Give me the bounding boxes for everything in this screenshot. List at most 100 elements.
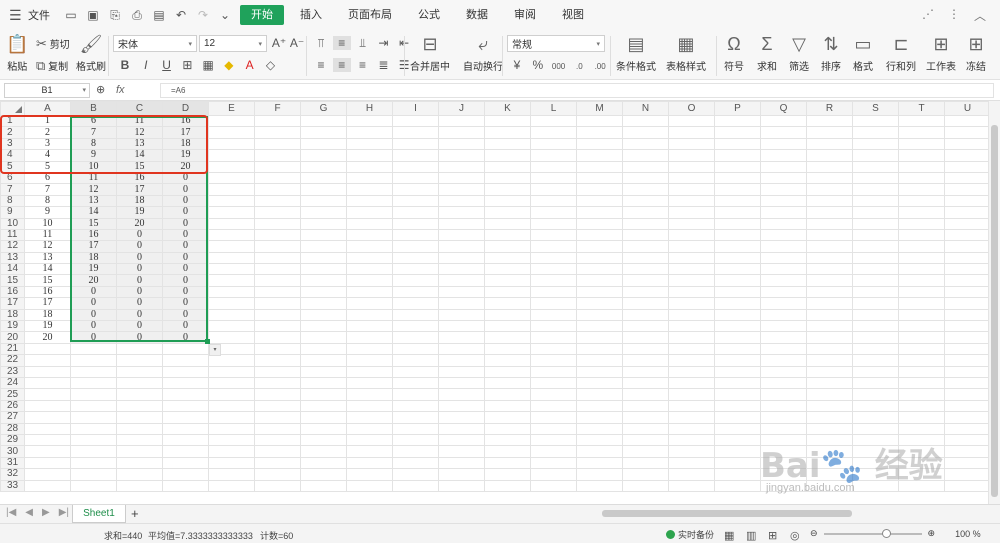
cell[interactable] [346, 342, 393, 356]
cell[interactable] [392, 194, 439, 208]
cell[interactable] [208, 285, 255, 299]
cell[interactable] [714, 160, 761, 173]
cell[interactable] [392, 285, 439, 299]
cell[interactable] [208, 240, 255, 253]
cell[interactable] [530, 126, 577, 139]
cell[interactable] [484, 388, 531, 401]
cell[interactable] [530, 308, 577, 322]
cell[interactable] [760, 411, 807, 424]
cell[interactable] [254, 297, 301, 310]
cell[interactable] [806, 206, 853, 219]
cell[interactable] [70, 479, 117, 492]
cell[interactable] [116, 376, 163, 390]
sort-button[interactable]: ⇅ 排序 [821, 34, 841, 73]
cell[interactable] [622, 479, 669, 492]
cell[interactable] [576, 183, 623, 196]
cell[interactable] [576, 342, 623, 356]
cell[interactable] [944, 399, 991, 413]
cell[interactable] [484, 194, 531, 208]
cell[interactable] [438, 206, 485, 219]
cell[interactable] [576, 399, 623, 413]
cell[interactable] [484, 354, 531, 367]
cell[interactable] [392, 365, 439, 379]
cell[interactable] [576, 240, 623, 253]
paste-options-button[interactable]: ▾ [209, 344, 221, 356]
align-top-icon[interactable]: ⫪ [312, 36, 330, 51]
cell[interactable] [162, 456, 209, 470]
cell[interactable] [576, 206, 623, 219]
cell[interactable] [254, 274, 301, 287]
cell[interactable]: 6 [24, 171, 71, 185]
cell[interactable] [760, 376, 807, 390]
cell[interactable] [300, 422, 347, 435]
cell[interactable] [898, 422, 945, 435]
cell[interactable] [300, 388, 347, 401]
cell[interactable]: 8 [24, 194, 71, 208]
cell[interactable] [760, 160, 807, 173]
cell[interactable] [392, 240, 439, 253]
cell[interactable] [208, 149, 255, 162]
cell[interactable] [70, 342, 117, 356]
cell[interactable] [116, 468, 163, 481]
cell[interactable] [668, 149, 715, 162]
cell[interactable]: 0 [162, 331, 209, 344]
cell[interactable]: 16 [24, 285, 71, 299]
cell[interactable] [392, 308, 439, 322]
row-header[interactable]: 21 [0, 342, 25, 356]
cell[interactable] [300, 297, 347, 310]
cell[interactable]: 0 [162, 228, 209, 242]
cell[interactable] [668, 206, 715, 219]
cell[interactable] [806, 251, 853, 265]
cell[interactable] [162, 399, 209, 413]
row-header[interactable]: 3 [0, 137, 25, 151]
freeze-button[interactable]: ⊞ 冻结 [966, 34, 986, 73]
row-header[interactable]: 10 [0, 217, 25, 230]
cell[interactable]: 0 [162, 285, 209, 299]
cell[interactable]: 4 [24, 149, 71, 162]
cell[interactable] [760, 422, 807, 435]
cell[interactable] [392, 137, 439, 151]
cell[interactable] [438, 320, 485, 333]
cell[interactable] [346, 422, 393, 435]
cell[interactable] [806, 137, 853, 151]
cell[interactable] [806, 354, 853, 367]
cell[interactable] [254, 149, 301, 162]
cell[interactable] [622, 365, 669, 379]
cell[interactable] [852, 308, 899, 322]
name-box[interactable]: B1 ▾ [4, 83, 90, 98]
cell[interactable] [530, 285, 577, 299]
column-header-k[interactable]: K [484, 101, 531, 116]
cell[interactable] [392, 263, 439, 276]
cell[interactable] [116, 399, 163, 413]
cell[interactable] [346, 411, 393, 424]
cell[interactable] [668, 308, 715, 322]
fill-color-icon[interactable]: ◆ [220, 58, 238, 72]
cell[interactable] [714, 354, 761, 367]
cell[interactable]: 17 [70, 240, 117, 253]
currency-icon[interactable]: ¥ [508, 58, 526, 72]
cell[interactable] [300, 331, 347, 344]
cell[interactable] [852, 388, 899, 401]
cell[interactable]: 0 [70, 331, 117, 344]
cell[interactable] [530, 331, 577, 344]
cell[interactable] [760, 297, 807, 310]
cell[interactable] [438, 388, 485, 401]
cell[interactable] [806, 308, 853, 322]
cell[interactable] [944, 445, 991, 458]
cell[interactable] [944, 342, 991, 356]
cell[interactable] [254, 217, 301, 230]
cell[interactable] [806, 399, 853, 413]
cell[interactable] [70, 365, 117, 379]
cell[interactable] [898, 149, 945, 162]
cell[interactable] [668, 160, 715, 173]
cell[interactable] [668, 388, 715, 401]
cell[interactable]: 0 [162, 297, 209, 310]
cell[interactable] [254, 422, 301, 435]
cell[interactable] [576, 228, 623, 242]
collapse-ribbon-icon[interactable]: ︿ [974, 7, 986, 24]
cell[interactable] [852, 297, 899, 310]
zoom-out-icon[interactable]: ⊖ [810, 528, 818, 539]
cell[interactable] [208, 274, 255, 287]
cell[interactable] [392, 411, 439, 424]
cell[interactable] [852, 342, 899, 356]
